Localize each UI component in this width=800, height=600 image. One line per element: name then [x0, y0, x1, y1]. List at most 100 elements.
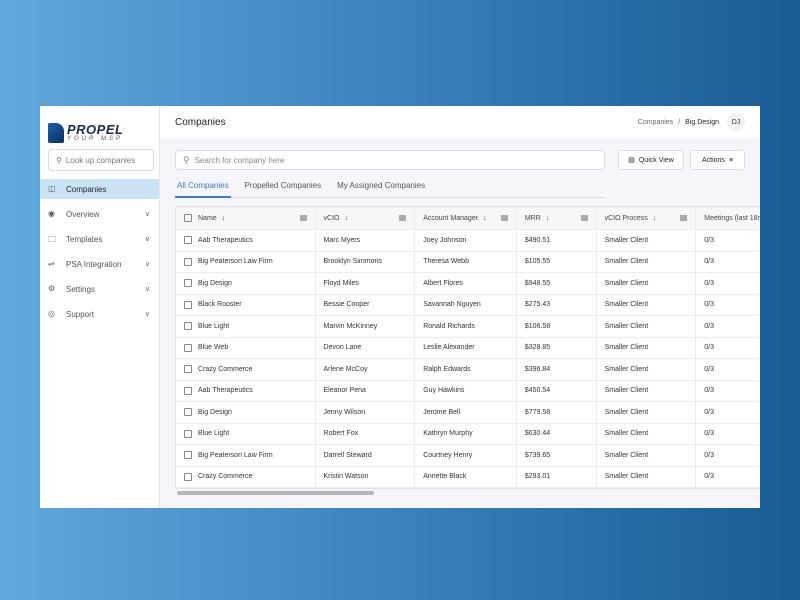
table-cell: 0/3 — [696, 295, 760, 316]
table-cell: Marc Myers — [316, 230, 416, 251]
row-checkbox[interactable] — [184, 257, 192, 266]
row-checkbox[interactable] — [184, 343, 192, 352]
sort-arrow-icon[interactable]: ↓ — [344, 215, 348, 222]
sidebar-item-templates[interactable]: 🗀 Templates ∨ — [40, 229, 159, 249]
table-cell: Joey Johnson — [415, 230, 517, 251]
avatar[interactable]: DJ — [727, 113, 745, 131]
table-cell: $105.55 — [517, 251, 597, 272]
column-menu-icon[interactable] — [399, 215, 407, 221]
chevron-down-icon[interactable]: ∨ — [145, 210, 150, 218]
chevron-down-icon[interactable]: ∨ — [145, 310, 150, 318]
cell-text: $328.85 — [524, 344, 551, 352]
table-cell: 0/3 — [696, 316, 760, 337]
row-checkbox[interactable] — [184, 322, 192, 331]
column-header[interactable]: MRR ↓ — [517, 207, 597, 229]
table-cell: Smaller Client — [597, 337, 697, 358]
tab-propelled-companies[interactable]: Propelled Companies — [243, 180, 324, 198]
sidebar-item-companies[interactable]: ◫ Companies — [40, 179, 159, 199]
table-row[interactable]: Aab Therapeutics Marc Myers Joey Johnson $4… — [176, 230, 760, 252]
cell-text: Smaller Client — [604, 387, 649, 395]
table-row[interactable]: Blue Light Robert Fox Kathryn Murphy $630.4… — [176, 423, 760, 445]
breadcrumb-companies[interactable]: Companies — [638, 119, 673, 126]
row-checkbox[interactable] — [184, 408, 192, 417]
table-row[interactable]: Big Peaterson Law Firm Darrell Steward Cou… — [176, 445, 760, 467]
breadcrumb-separator: / — [678, 118, 681, 126]
cell-text: Leslie Alexander — [423, 344, 475, 352]
sidebar-item-settings[interactable]: ⚙ Settings ∨ — [40, 279, 159, 299]
cell-text: Aab Therapeutics — [198, 387, 253, 395]
breadcrumb-current: Big Design — [685, 118, 719, 126]
quick-view-button[interactable]: ▤ Quick View — [618, 150, 684, 170]
sort-arrow-icon[interactable]: ↓ — [546, 215, 550, 222]
row-checkbox[interactable] — [184, 451, 192, 460]
cell-text: 0/3 — [704, 301, 714, 309]
lifebuoy-icon: ◎ — [48, 309, 55, 318]
row-checkbox[interactable] — [184, 429, 192, 438]
column-header[interactable]: Name ↓ — [176, 207, 316, 229]
cell-text: $948.55 — [524, 279, 551, 287]
row-checkbox[interactable] — [184, 279, 192, 288]
table-row[interactable]: Big Design Floyd Miles Albert Flores $948.5… — [176, 273, 760, 295]
cell-text: Black Rooster — [198, 301, 242, 309]
table-cell: 0/3 — [696, 252, 760, 273]
table-cell: Smaller Client — [597, 423, 697, 444]
column-header[interactable]: vCIO ↓ — [316, 207, 416, 229]
table-row[interactable]: Big Peaterson Law Firm Brooklyn Simmons Th… — [176, 251, 760, 273]
logo-text: PROPEL — [67, 122, 124, 137]
tab-my-assigned-companies[interactable]: My Assigned Companies — [335, 180, 427, 198]
chevron-down-icon[interactable]: ∨ — [145, 260, 150, 268]
horizontal-scrollbar[interactable] — [177, 491, 374, 495]
row-checkbox[interactable] — [184, 365, 192, 374]
cell-text: $779.58 — [524, 408, 551, 416]
table-cell: 0/3 — [696, 381, 760, 402]
table-cell: Smaller Client — [597, 294, 697, 315]
cell-text: $490.51 — [524, 236, 551, 244]
table-row[interactable]: Blue Web Devon Lane Leslie Alexander $328.8… — [176, 337, 760, 359]
table-row[interactable]: Aab Therapeutics Eleanor Pena Guy Hawkins $… — [176, 380, 760, 402]
table-row[interactable]: Crazy Commerce Kristin Watson Annette Blac… — [176, 466, 760, 488]
row-checkbox[interactable] — [184, 236, 192, 245]
row-checkbox[interactable] — [184, 300, 192, 309]
sort-arrow-icon[interactable]: ↓ — [483, 215, 487, 222]
table-cell: Guy Hawkins — [415, 380, 517, 401]
column-header[interactable]: Meetings (last 18m — [696, 207, 760, 229]
select-all-checkbox[interactable] — [184, 214, 192, 222]
sort-arrow-icon[interactable]: ↓ — [653, 215, 657, 222]
sidebar-item-psa-integration[interactable]: ⇌ PSA Integration ∨ — [40, 254, 159, 274]
table-cell: Jerome Bell — [415, 402, 517, 423]
cell-text: 0/3 — [704, 344, 714, 352]
row-checkbox[interactable] — [184, 386, 192, 395]
sidebar-item-overview[interactable]: ◉ Overview ∨ — [40, 204, 159, 224]
chevron-down-icon[interactable]: ∨ — [145, 285, 150, 293]
sidebar-item-support[interactable]: ◎ Support ∨ — [40, 304, 159, 324]
sidebar-item-label: Overview — [66, 209, 100, 219]
column-menu-icon[interactable] — [580, 215, 588, 221]
sort-arrow-icon[interactable]: ↓ — [222, 215, 226, 222]
row-checkbox[interactable] — [184, 472, 192, 481]
cell-text: 0/3 — [704, 236, 714, 244]
column-label: vCIO — [323, 214, 340, 222]
tab-all-companies[interactable]: All Companies — [175, 180, 231, 198]
table-row[interactable]: Big Design Jenny Wilson Jerome Bell $779.58… — [176, 402, 760, 424]
chevron-down-icon[interactable]: ∨ — [145, 235, 150, 243]
gear-icon: ⚙ — [48, 284, 56, 293]
column-menu-icon[interactable] — [680, 215, 688, 221]
table-cell: Arlene McCoy — [316, 359, 416, 380]
table-row[interactable]: Crazy Commerce Arlene McCoy Ralph Edwards $… — [176, 359, 760, 381]
table-row[interactable]: Blue Light Marvin McKinney Ronald Richards… — [176, 316, 760, 338]
column-menu-icon[interactable] — [500, 215, 508, 221]
actions-button[interactable]: Actions ≡ — [690, 150, 745, 170]
lookup-companies-input[interactable]: ⚲ Look up companies — [48, 149, 154, 171]
company-search-input[interactable]: ⚲ Search for company here — [175, 150, 605, 170]
table-cell: Blue Web — [176, 337, 316, 358]
cell-text: $630.44 — [524, 430, 551, 438]
column-menu-icon[interactable] — [299, 215, 307, 221]
table-row[interactable]: Black Rooster Bessie Cooper Savannah Nguye… — [176, 294, 760, 316]
table-cell: 0/3 — [696, 424, 760, 445]
table-cell: Albert Flores — [415, 273, 517, 294]
quick-view-label: Quick View — [638, 156, 674, 164]
cell-text: Kathryn Murphy — [423, 430, 473, 438]
column-header[interactable]: vCIO Process ↓ — [597, 207, 697, 229]
column-header[interactable]: Account Manager ↓ — [415, 207, 517, 229]
column-label: Name — [198, 214, 217, 222]
